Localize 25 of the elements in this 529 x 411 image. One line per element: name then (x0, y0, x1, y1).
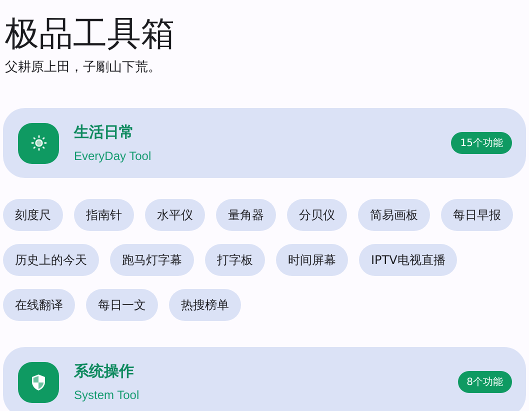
app-subtitle: 父耕原上田，子劚山下荒。 (5, 59, 162, 77)
tool-chip[interactable]: 水平仪 (145, 199, 205, 231)
tool-chip[interactable]: IPTV电视直播 (359, 244, 458, 276)
feature-count-badge: 15个功能 (451, 132, 512, 154)
tool-chip[interactable]: 简易画板 (358, 199, 430, 231)
tool-chip[interactable]: 打字板 (205, 244, 265, 276)
section-subtitle: EveryDay Tool (74, 148, 152, 164)
tool-chip[interactable]: 每日早报 (441, 199, 513, 231)
tool-chip[interactable]: 指南针 (74, 199, 134, 231)
tool-chip[interactable]: 时间屏幕 (276, 244, 348, 276)
section-title: 系统操作 (74, 361, 135, 381)
sun-icon (30, 135, 46, 151)
tool-chip[interactable]: 分贝仪 (287, 199, 347, 231)
tool-chip[interactable]: 热搜榜单 (169, 289, 241, 321)
tool-chip[interactable]: 每日一文 (86, 289, 158, 321)
tool-chip[interactable]: 跑马灯字幕 (110, 244, 194, 276)
shield-icon (31, 374, 46, 390)
app-title: 极品工具箱 (5, 13, 176, 56)
tool-chip[interactable]: 在线翻译 (3, 289, 75, 321)
section-title: 生活日常 (74, 122, 135, 142)
feature-count-badge: 8个功能 (458, 371, 512, 393)
section-subtitle: System Tool (74, 387, 140, 403)
tool-chip[interactable]: 量角器 (216, 199, 276, 231)
tool-chip[interactable]: 刻度尺 (3, 199, 63, 231)
tool-chip[interactable]: 历史上的今天 (3, 244, 99, 276)
